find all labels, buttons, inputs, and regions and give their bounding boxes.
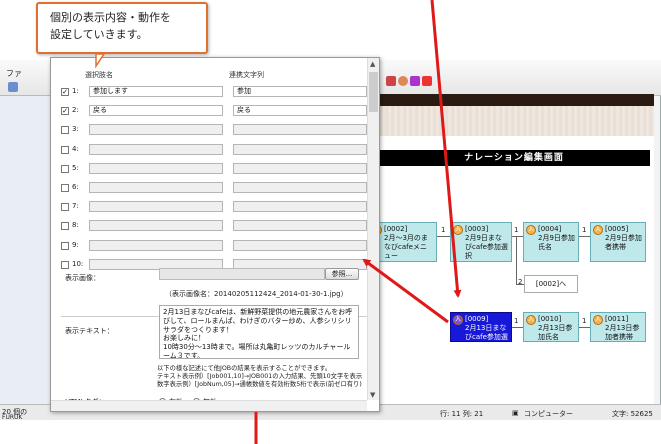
- arrow-to-node: [430, 0, 462, 298]
- callout-pointer: [95, 53, 106, 69]
- arrow-to-image-field: [362, 258, 449, 324]
- annotation-arrows: [95, 0, 462, 444]
